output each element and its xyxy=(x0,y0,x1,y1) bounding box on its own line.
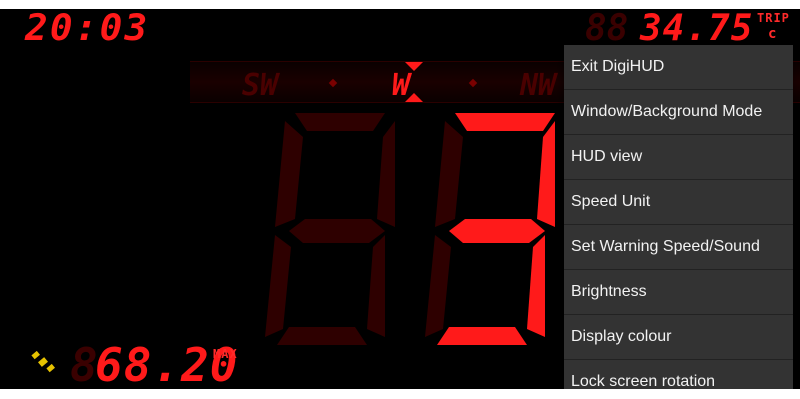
menu-item-exit[interactable]: Exit DigiHUD xyxy=(564,45,793,90)
trip-unit: c xyxy=(768,26,777,42)
trip-label: TRIP xyxy=(757,11,790,25)
compass-heading-right: NW xyxy=(520,68,557,103)
navigation-bar-bottom xyxy=(0,389,800,399)
compass-tick xyxy=(468,78,478,88)
speed-display: 3 xyxy=(255,109,555,345)
compass-pointer-bottom xyxy=(405,93,423,102)
trip-ghost-digits: 88 xyxy=(585,9,629,49)
trip-distance: 34.75 xyxy=(640,9,754,49)
menu-item-brightness[interactable]: Brightness xyxy=(564,270,793,315)
speed-value: 3 xyxy=(255,109,264,113)
options-menu: Exit DigiHUD Window/Background Mode HUD … xyxy=(564,45,793,389)
menu-item-warning-speed-sound[interactable]: Set Warning Speed/Sound xyxy=(564,225,793,270)
gps-satellite-icon xyxy=(31,350,55,373)
max-label: MAX xyxy=(213,347,238,361)
compass-tick xyxy=(328,78,338,88)
menu-item-hud-view[interactable]: HUD view xyxy=(564,135,793,180)
clock-display: 20:03 xyxy=(25,9,150,49)
speed-ghost-digit xyxy=(265,113,395,345)
menu-item-lock-rotation[interactable]: Lock screen rotation xyxy=(564,360,793,389)
menu-item-display-colour[interactable]: Display colour xyxy=(564,315,793,360)
status-bar-top xyxy=(0,0,800,9)
menu-item-speed-unit[interactable]: Speed Unit xyxy=(564,180,793,225)
compass-heading-left: SW xyxy=(242,68,279,103)
speed-digit xyxy=(425,113,555,345)
menu-item-window-background-mode[interactable]: Window/Background Mode xyxy=(564,90,793,135)
max-ghost-digit: 8 xyxy=(70,338,98,389)
